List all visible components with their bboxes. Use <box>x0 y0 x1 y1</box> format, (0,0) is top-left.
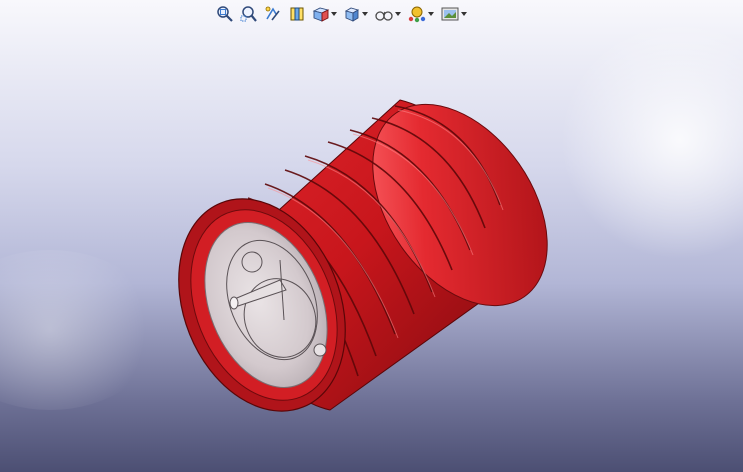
graphics-viewport[interactable] <box>0 0 743 472</box>
cylinder-model[interactable] <box>0 0 743 472</box>
